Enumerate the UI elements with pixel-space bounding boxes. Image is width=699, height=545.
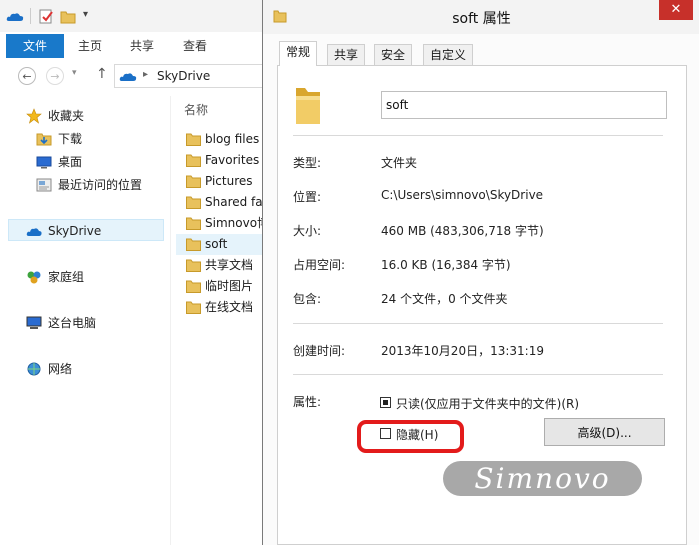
separator xyxy=(293,323,663,324)
location-value: C:\Users\simnovo\SkyDrive xyxy=(381,188,544,202)
ribbon-tab-share[interactable]: 共享 xyxy=(130,34,154,58)
up-arrow-icon[interactable]: ↑ xyxy=(96,66,108,82)
quick-access-toolbar: ▾ xyxy=(0,0,270,33)
star-icon xyxy=(26,108,42,124)
properties-icon[interactable] xyxy=(38,9,54,24)
folder-icon xyxy=(186,133,201,146)
skydrive-icon xyxy=(26,228,42,236)
qat-separator xyxy=(30,8,31,24)
location-label: 位置: xyxy=(293,190,322,204)
recent-places-icon xyxy=(36,178,52,192)
folder-icon xyxy=(186,259,201,272)
address-bar[interactable]: ▸ SkyDrive xyxy=(114,64,270,88)
tab-security[interactable]: 安全 xyxy=(374,44,413,66)
size-on-disk-label: 占用空间: xyxy=(293,258,346,272)
network-icon xyxy=(27,362,41,376)
created-label: 创建时间: xyxy=(293,344,346,358)
close-button[interactable]: ✕ xyxy=(659,0,693,20)
file-name: 在线文档 xyxy=(205,300,254,314)
folder-icon xyxy=(186,301,201,314)
file-row[interactable]: soft xyxy=(176,234,270,255)
file-name: 临时图片 xyxy=(205,279,254,293)
file-name: Shared fa xyxy=(205,195,263,209)
separator xyxy=(293,135,663,136)
nav-label: 最近访问的位置 xyxy=(58,178,143,192)
contains-value: 24 个文件，0 个文件夹 xyxy=(381,292,508,306)
contains-label: 包含: xyxy=(293,292,322,306)
created-value: 2013年10月20日，13:31:19 xyxy=(381,344,544,358)
computer-icon xyxy=(26,316,42,329)
type-label: 类型: xyxy=(293,156,322,170)
nav-label: 网络 xyxy=(48,362,73,376)
folder-icon xyxy=(186,196,201,209)
folder-icon xyxy=(186,280,201,293)
file-row[interactable]: Favorites xyxy=(176,150,270,171)
forward-arrow-icon[interactable]: → xyxy=(46,67,64,85)
nav-label: SkyDrive xyxy=(48,224,102,238)
file-name: Simnovo博 xyxy=(205,216,270,230)
nav-label: 家庭组 xyxy=(48,270,85,284)
dialog-titlebar[interactable]: soft 属性 ✕ xyxy=(263,0,699,34)
watermark: Simnovo xyxy=(443,461,642,496)
type-value: 文件夹 xyxy=(381,156,418,170)
folder-icon xyxy=(186,217,201,230)
folder-icon xyxy=(186,154,201,167)
size-on-disk-value: 16.0 KB (16,384 字节) xyxy=(381,258,511,272)
downloads-folder-icon xyxy=(36,133,52,146)
ribbon-tab-home[interactable]: 主页 xyxy=(78,34,102,58)
folder-large-icon xyxy=(296,88,320,124)
file-row[interactable]: blog files xyxy=(176,129,270,150)
breadcrumb-chevron-icon: ▸ xyxy=(143,69,149,80)
ribbon-tab-file[interactable]: 文件 xyxy=(6,34,64,58)
readonly-label[interactable]: 只读(仅应用于文件夹中的文件)(R) xyxy=(396,395,579,412)
separator xyxy=(293,374,663,375)
size-label: 大小: xyxy=(293,224,322,238)
homegroup-icon xyxy=(27,271,41,284)
attributes-label: 属性: xyxy=(293,395,322,409)
folder-icon xyxy=(186,238,201,251)
file-row[interactable]: Pictures xyxy=(176,171,270,192)
file-row[interactable]: Shared fa xyxy=(176,192,270,213)
readonly-checkbox[interactable] xyxy=(380,397,391,408)
tab-customize[interactable]: 自定义 xyxy=(423,44,474,66)
file-row[interactable]: 在线文档 xyxy=(176,297,270,318)
recent-locations-icon[interactable]: ▾ xyxy=(72,68,77,78)
file-name: blog files xyxy=(205,132,260,146)
pane-divider[interactable] xyxy=(170,96,171,545)
file-name: Pictures xyxy=(205,174,253,188)
folder-icon xyxy=(186,175,201,188)
skydrive-icon xyxy=(119,73,137,81)
file-row[interactable]: Simnovo博 xyxy=(176,213,270,234)
nav-label: 桌面 xyxy=(58,155,83,169)
readonly-indeterminate-mark xyxy=(383,400,388,405)
ribbon-tab-view[interactable]: 查看 xyxy=(183,34,207,58)
nav-label: 这台电脑 xyxy=(48,316,97,330)
qat-dropdown-icon[interactable]: ▾ xyxy=(83,9,88,20)
folder-name-input[interactable] xyxy=(381,91,667,119)
tab-sharing[interactable]: 共享 xyxy=(327,44,366,66)
size-value: 460 MB (483,306,718 字节) xyxy=(381,224,544,238)
file-list: 名称 blog files Favorites Pictures Shared fa S… xyxy=(176,96,270,545)
nav-label: 收藏夹 xyxy=(48,109,85,123)
file-name: 共享文档 xyxy=(205,258,254,272)
ribbon: 文件 主页 共享 查看 xyxy=(0,32,270,59)
address-text: SkyDrive xyxy=(157,69,211,83)
back-arrow-icon[interactable]: ← xyxy=(18,67,36,85)
file-name: Favorites xyxy=(205,153,260,167)
file-row[interactable]: 共享文档 xyxy=(176,255,270,276)
tab-general[interactable]: 常规 xyxy=(279,41,318,66)
column-header-name[interactable]: 名称 xyxy=(184,101,208,118)
nav-label: 下载 xyxy=(58,132,83,146)
skydrive-icon[interactable] xyxy=(6,9,24,24)
navigation-bar: ← → ▾ ↑ ▸ SkyDrive xyxy=(0,58,270,94)
new-folder-icon[interactable] xyxy=(60,9,76,24)
file-row[interactable]: 临时图片 xyxy=(176,276,270,297)
explorer-window: ▾ 文件 主页 共享 查看 ← → ▾ ↑ ▸ SkyDrive 收藏夹 下载 … xyxy=(0,0,270,545)
hidden-checkbox-highlight xyxy=(357,420,464,453)
advanced-button[interactable]: 高级(D)... xyxy=(544,418,665,446)
navigation-pane: 收藏夹 下载 桌面 最近访问的位置 SkyDrive 家庭组 这台电脑 网络 xyxy=(0,96,170,545)
desktop-icon xyxy=(36,156,52,169)
dialog-title: soft 属性 xyxy=(452,11,511,27)
file-name: soft xyxy=(205,237,228,251)
